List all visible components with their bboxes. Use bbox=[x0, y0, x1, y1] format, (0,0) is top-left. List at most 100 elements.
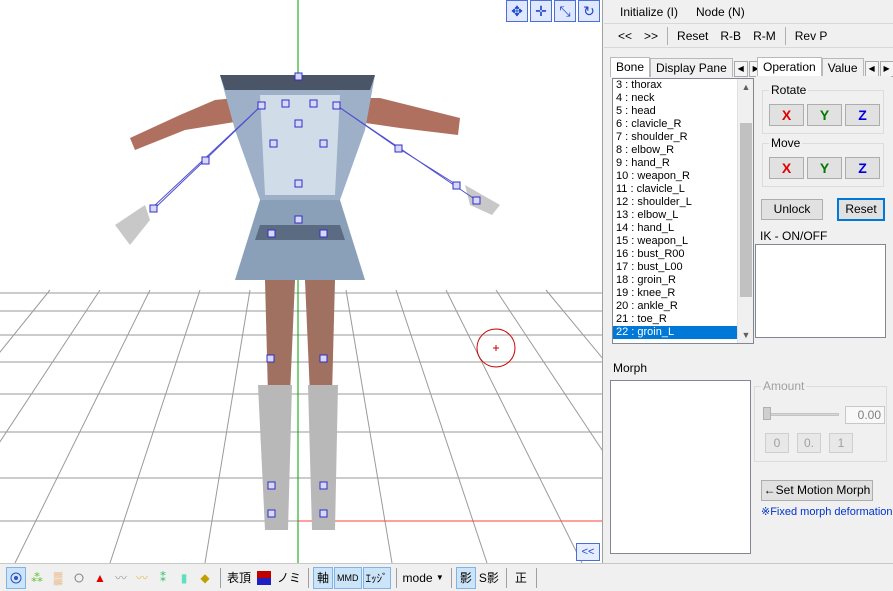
app-window: ✥ ✛ ⤡ ↻ << Initialize (I) Node (N) << >>… bbox=[0, 0, 893, 591]
morph-zero-dot-button[interactable]: 0. bbox=[797, 433, 821, 453]
amount-slider-thumb[interactable] bbox=[763, 407, 771, 420]
bone-list-item[interactable]: 20 : ankle_R bbox=[613, 300, 753, 313]
bone-list-item[interactable]: 19 : knee_R bbox=[613, 287, 753, 300]
bone-cyan-icon[interactable]: ▮ bbox=[174, 567, 194, 589]
tab-display-pane[interactable]: Display Pane bbox=[650, 58, 733, 77]
bone-list-item[interactable]: 18 : groin_R bbox=[613, 274, 753, 287]
mode-dropdown[interactable]: mode ▼ bbox=[401, 567, 446, 589]
bone-list-item[interactable]: 7 : shoulder_R bbox=[613, 131, 753, 144]
move-x-button[interactable]: X bbox=[769, 157, 804, 179]
bone-list-item[interactable]: 14 : hand_L bbox=[613, 222, 753, 235]
mmd-toggle[interactable]: MMD bbox=[334, 566, 362, 589]
collapse-button[interactable]: << bbox=[576, 543, 600, 561]
floor-grid bbox=[0, 289, 602, 563]
scene-canvas[interactable] bbox=[0, 0, 603, 563]
menu-initialize[interactable]: Initialize (I) bbox=[620, 5, 678, 19]
character-model bbox=[115, 75, 500, 530]
select-mode-icon[interactable] bbox=[6, 566, 26, 589]
edge-toggle[interactable]: ｴｯｼﾞ bbox=[362, 566, 391, 589]
mesh-icon[interactable]: ▒ bbox=[48, 567, 68, 589]
amount-slider[interactable] bbox=[765, 413, 839, 416]
rotate-z-label: Z bbox=[858, 107, 867, 123]
scroll-down-icon[interactable]: ▼ bbox=[738, 327, 753, 343]
grass-icon[interactable]: ⁂ bbox=[27, 567, 47, 589]
move-view-all-icon[interactable]: ✛ bbox=[530, 0, 552, 22]
shadow-toggle[interactable]: 影 bbox=[455, 566, 476, 589]
bone-list-item[interactable]: 16 : bust_R00 bbox=[613, 248, 753, 261]
tab-scroll-right-icon[interactable]: ▶ bbox=[879, 61, 893, 77]
morph-list[interactable] bbox=[610, 380, 751, 554]
front-view-button[interactable]: 正 bbox=[511, 567, 531, 589]
bone-list-item[interactable]: 9 : hand_R bbox=[613, 157, 753, 170]
axis-toggle[interactable]: 軸 bbox=[313, 566, 334, 589]
triangle-icon[interactable]: ▲ bbox=[90, 567, 110, 589]
next-frame-button[interactable]: >> bbox=[638, 29, 664, 43]
rotate-z-button[interactable]: Z bbox=[845, 104, 880, 126]
nomi-button[interactable]: ノミ bbox=[275, 567, 303, 589]
prev-frame-button[interactable]: << bbox=[604, 29, 638, 43]
tab-value[interactable]: Value bbox=[821, 58, 864, 77]
light-wave-icon[interactable]: 〰 bbox=[132, 567, 152, 589]
morph-one-button[interactable]: 1 bbox=[829, 433, 853, 453]
tab-bone[interactable]: Bone bbox=[610, 57, 651, 77]
bone-list-item[interactable]: 11 : clavicle_L bbox=[613, 183, 753, 196]
bone-list-item[interactable]: 3 : thorax bbox=[613, 79, 753, 92]
zoom-icon[interactable]: ⤡ bbox=[554, 0, 576, 22]
bone-list-item[interactable]: 8 : elbow_R bbox=[613, 144, 753, 157]
unlock-button[interactable]: Unlock bbox=[761, 199, 823, 220]
ik-list[interactable] bbox=[755, 244, 886, 338]
tab-operation[interactable]: Operation bbox=[757, 57, 822, 77]
move-group: Move X Y Z bbox=[762, 136, 884, 187]
move-label: Move bbox=[769, 136, 803, 150]
set-motion-morph-button[interactable]: ←Set Motion Morph bbox=[761, 480, 873, 501]
bone-list-scrollbar[interactable]: ▲ ▼ bbox=[737, 79, 753, 343]
bone-list[interactable]: 3 : thorax 4 : neck 5 : head 6 : clavicle_R… bbox=[612, 78, 754, 344]
color-swatch-icon[interactable] bbox=[254, 567, 274, 589]
mode-label: mode bbox=[402, 570, 433, 585]
bone-list-item[interactable]: 22 : groin_L bbox=[613, 326, 753, 339]
wave-icon[interactable]: 〰 bbox=[111, 567, 131, 589]
frame-toolbar: << >> Reset R-B R-M Rev P bbox=[604, 24, 893, 48]
bone-list-item[interactable]: 21 : toe_R bbox=[613, 313, 753, 326]
bone-list-item[interactable]: 15 : weapon_L bbox=[613, 235, 753, 248]
rev-p-button[interactable]: Rev P bbox=[789, 29, 834, 43]
fixed-morph-link[interactable]: ※Fixed morph deformation bbox=[761, 505, 893, 518]
bone-list-item[interactable]: 12 : shoulder_L bbox=[613, 196, 753, 209]
rotate-y-button[interactable]: Y bbox=[807, 104, 842, 126]
scroll-up-icon[interactable]: ▲ bbox=[738, 79, 753, 95]
hyouchou-button[interactable]: 表頂 bbox=[225, 567, 253, 589]
bone-list-item[interactable]: 4 : neck bbox=[613, 92, 753, 105]
rotate-view-icon[interactable]: ↻ bbox=[578, 0, 600, 22]
self-shadow-toggle[interactable]: S影 bbox=[477, 567, 501, 589]
bone-list-item[interactable]: 13 : elbow_L bbox=[613, 209, 753, 222]
operation-panel: Rotate X Y Z Move X Y Z bbox=[756, 76, 891, 194]
reset-button[interactable]: Reset bbox=[671, 29, 714, 43]
move-z-label: Z bbox=[858, 160, 867, 176]
move-view-icon[interactable]: ✥ bbox=[506, 0, 528, 22]
bone-list-item[interactable]: 6 : clavicle_R bbox=[613, 118, 753, 131]
tab-scroll-left-icon[interactable]: ◀ bbox=[733, 61, 748, 77]
point-icon[interactable] bbox=[69, 567, 89, 589]
move-z-button[interactable]: Z bbox=[845, 157, 880, 179]
rotate-y-label: Y bbox=[819, 107, 830, 123]
move-x-label: X bbox=[781, 160, 792, 176]
rm-button[interactable]: R-M bbox=[747, 29, 782, 43]
reset-bone-button[interactable]: Reset bbox=[837, 198, 885, 221]
bone-list-item[interactable]: 17 : bust_L00 bbox=[613, 261, 753, 274]
tab-scroll-left-icon[interactable]: ◀ bbox=[864, 61, 879, 77]
rotate-x-button[interactable]: X bbox=[769, 104, 804, 126]
rb-button[interactable]: R-B bbox=[714, 29, 747, 43]
move-y-button[interactable]: Y bbox=[807, 157, 842, 179]
scroll-thumb[interactable] bbox=[740, 123, 752, 297]
bone-list-item[interactable]: 10 : weapon_R bbox=[613, 170, 753, 183]
morph-zero-button[interactable]: 0 bbox=[765, 433, 789, 453]
cube-icon[interactable]: ◆ bbox=[195, 567, 215, 589]
amount-value-field[interactable]: 0.00 bbox=[845, 406, 885, 424]
3d-viewport[interactable]: ✥ ✛ ⤡ ↻ << bbox=[0, 0, 603, 563]
bone-green-icon[interactable]: ⁑ bbox=[153, 567, 173, 589]
operation-tab-strip: Operation Value ◀ ▶ bbox=[757, 57, 893, 77]
menu-node[interactable]: Node (N) bbox=[696, 5, 745, 19]
amount-group: Amount 0.00 0 0. 1 bbox=[754, 379, 887, 462]
rotate-x-label: X bbox=[781, 107, 792, 123]
bone-list-item[interactable]: 5 : head bbox=[613, 105, 753, 118]
